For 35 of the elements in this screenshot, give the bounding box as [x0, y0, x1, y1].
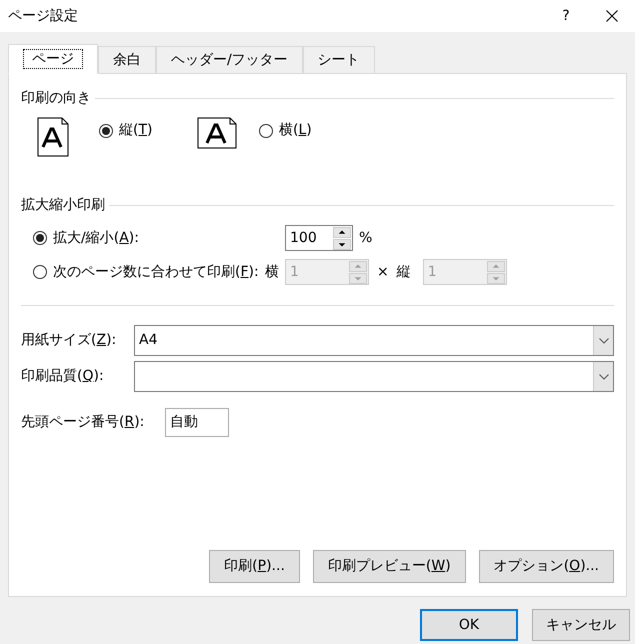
scale-radio[interactable]: 拡大/縮小(A):	[33, 228, 285, 248]
tab[interactable]: シート	[302, 46, 375, 73]
chevron-down-icon[interactable]	[598, 374, 608, 380]
radio-button[interactable]	[33, 231, 47, 245]
chevron-down-icon[interactable]	[598, 338, 608, 344]
print-quality-label: 印刷品質(Q):	[21, 367, 105, 386]
number-spinner[interactable]: 100	[285, 225, 353, 251]
dialog-button[interactable]: 印刷(P)...	[209, 550, 300, 583]
landscape-page-icon	[197, 117, 237, 149]
width-label: 横	[265, 262, 280, 282]
height-label: 縦	[396, 262, 411, 282]
first-page-number-label: 先頭ページ番号(R):	[21, 413, 146, 432]
section-title: 印刷の向き	[21, 89, 91, 108]
orientation-radio[interactable]: 横(L)	[259, 120, 312, 141]
dropdown-field[interactable]: A4	[134, 325, 614, 356]
percent-label: %	[359, 228, 372, 248]
close-icon[interactable]	[606, 10, 618, 22]
first-page-number-field[interactable]: 自動	[165, 408, 229, 437]
dialog-button[interactable]: 印刷プレビュー(W)	[312, 550, 466, 583]
radio-button[interactable]	[259, 124, 273, 138]
dialog-button[interactable]: オプション(O)...	[478, 550, 614, 583]
radio-button[interactable]	[99, 124, 113, 138]
ok-button[interactable]: OK	[420, 609, 518, 641]
portrait-page-icon	[37, 117, 69, 157]
times-sign: ×	[377, 262, 389, 282]
window-title: ページ設定	[8, 6, 78, 26]
orientation-radio[interactable]: 縦(T)	[99, 120, 152, 141]
help-button[interactable]: ?	[543, 0, 589, 32]
paper-size-label: 用紙サイズ(Z):	[21, 331, 118, 350]
dropdown-field[interactable]	[134, 361, 614, 392]
section-title: 拡大縮小印刷	[21, 196, 105, 215]
cancel-button[interactable]: キャンセル	[532, 609, 630, 641]
tab[interactable]: ヘッダー/フッター	[156, 46, 303, 73]
tab[interactable]: 余白	[98, 46, 156, 73]
tab[interactable]: ページ	[8, 44, 98, 74]
